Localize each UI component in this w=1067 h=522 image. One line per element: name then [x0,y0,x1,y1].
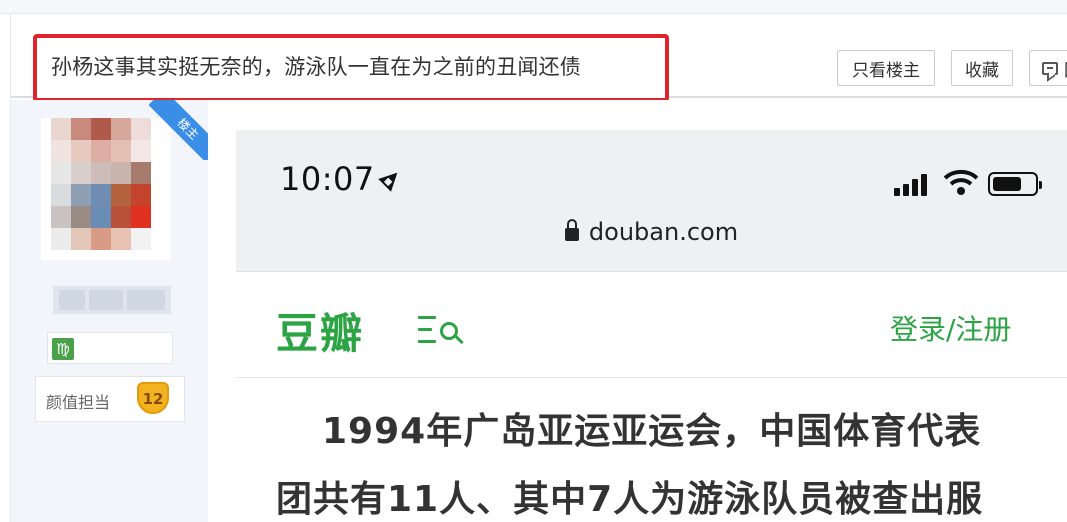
douban-nav: 豆瓣 登录/注册 [236,272,1067,378]
article-line: 1994年广岛亚运亚运会，中国体育代表 [322,411,982,452]
status-time: 10:07 [280,160,375,198]
post-header: 孙杨这事其实挺无奈的，游泳队一直在为之前的丑闻还债 只看楼主 收藏 回 [10,14,1067,102]
phone-status-bar: 10:07 douban.com [236,130,1067,272]
embedded-phone-screenshot: 10:07 douban.com 豆瓣 登录/注册 1994年广岛亚运亚运会，中… [236,130,1067,522]
favorite-button[interactable]: 收藏 [951,50,1013,86]
article-line: 团共有11人、其中7人为游泳队员被查出服 [276,479,984,520]
comment-icon [1042,61,1058,75]
post-title[interactable]: 孙杨这事其实挺无奈的，游泳队一直在为之前的丑闻还债 [51,51,581,81]
badge-name: 颜值担当 [46,393,111,412]
badge-level-icon: 12 [137,382,169,414]
op-ribbon: 楼主 [149,100,209,160]
douban-logo[interactable]: 豆瓣 [276,300,364,361]
badge-level-number: 12 [142,390,164,408]
top-strip [0,0,1067,14]
login-register-link[interactable]: 登录/注册 [890,308,1011,348]
highlighted-title-box: 孙杨这事其实挺无奈的，游泳队一直在为之前的丑闻还债 [33,34,669,102]
menu-search-icon[interactable] [418,312,472,348]
reply-button[interactable]: 回 [1029,50,1067,86]
location-arrow-icon [378,166,404,192]
address-bar[interactable]: douban.com [236,218,1067,246]
lock-icon [564,219,579,241]
op-ribbon-label: 楼主 [149,100,209,160]
article-body: 1994年广岛亚运亚运会，中国体育代表 团共有11人、其中7人为游泳队员被查出服 [236,378,1067,522]
fan-badge[interactable]: 颜值担当 12 [35,376,185,422]
only-op-button[interactable]: 只看楼主 [837,50,935,86]
post-content: 10:07 douban.com 豆瓣 登录/注册 1994年广岛亚运亚运会，中… [208,100,1067,522]
wifi-icon [944,169,978,195]
author-name-blurred[interactable] [53,286,171,314]
zodiac-tag: ♍ [47,332,173,364]
author-sidebar: 楼主 ♍ 颜值担当 12 [10,100,209,522]
url-text: douban.com [588,218,739,246]
virgo-icon: ♍ [52,338,74,360]
battery-icon [988,172,1042,196]
cellular-signal-icon [894,174,932,196]
